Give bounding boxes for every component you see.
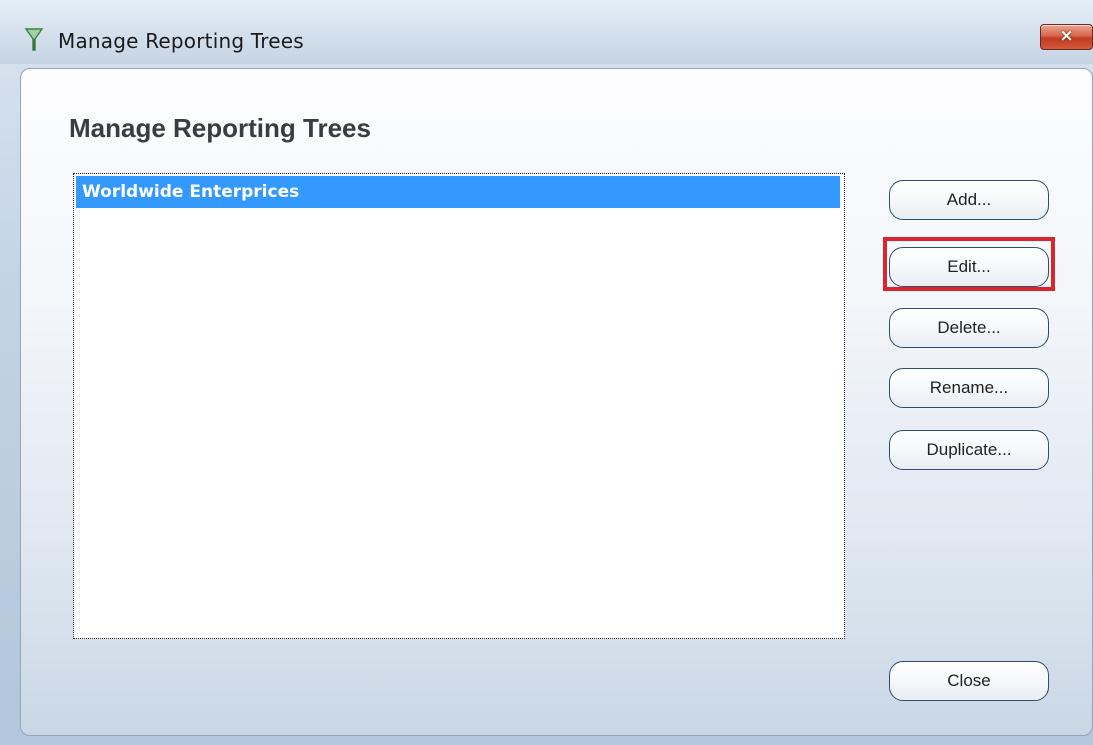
rename-button[interactable]: Rename... [889,368,1049,408]
title-bar[interactable]: Manage Reporting Trees × [0,0,1093,64]
dialog-body: Manage Reporting Trees Worldwide Enterpr… [20,68,1093,736]
close-button[interactable]: Close [889,661,1049,701]
duplicate-button[interactable]: Duplicate... [889,430,1049,470]
reporting-trees-list[interactable]: Worldwide Enterprices [73,173,845,639]
close-icon: × [1059,26,1074,46]
page-title: Manage Reporting Trees [69,113,371,143]
delete-button[interactable]: Delete... [889,308,1049,348]
window-close-button[interactable]: × [1040,24,1093,50]
window-title: Manage Reporting Trees [58,29,304,53]
manage-reporting-trees-window: Manage Reporting Trees × Manage Reportin… [0,0,1093,745]
funnel-icon [24,28,44,51]
edit-button[interactable]: Edit... [889,247,1049,287]
list-item[interactable]: Worldwide Enterprices [76,176,840,208]
add-button[interactable]: Add... [889,180,1049,220]
